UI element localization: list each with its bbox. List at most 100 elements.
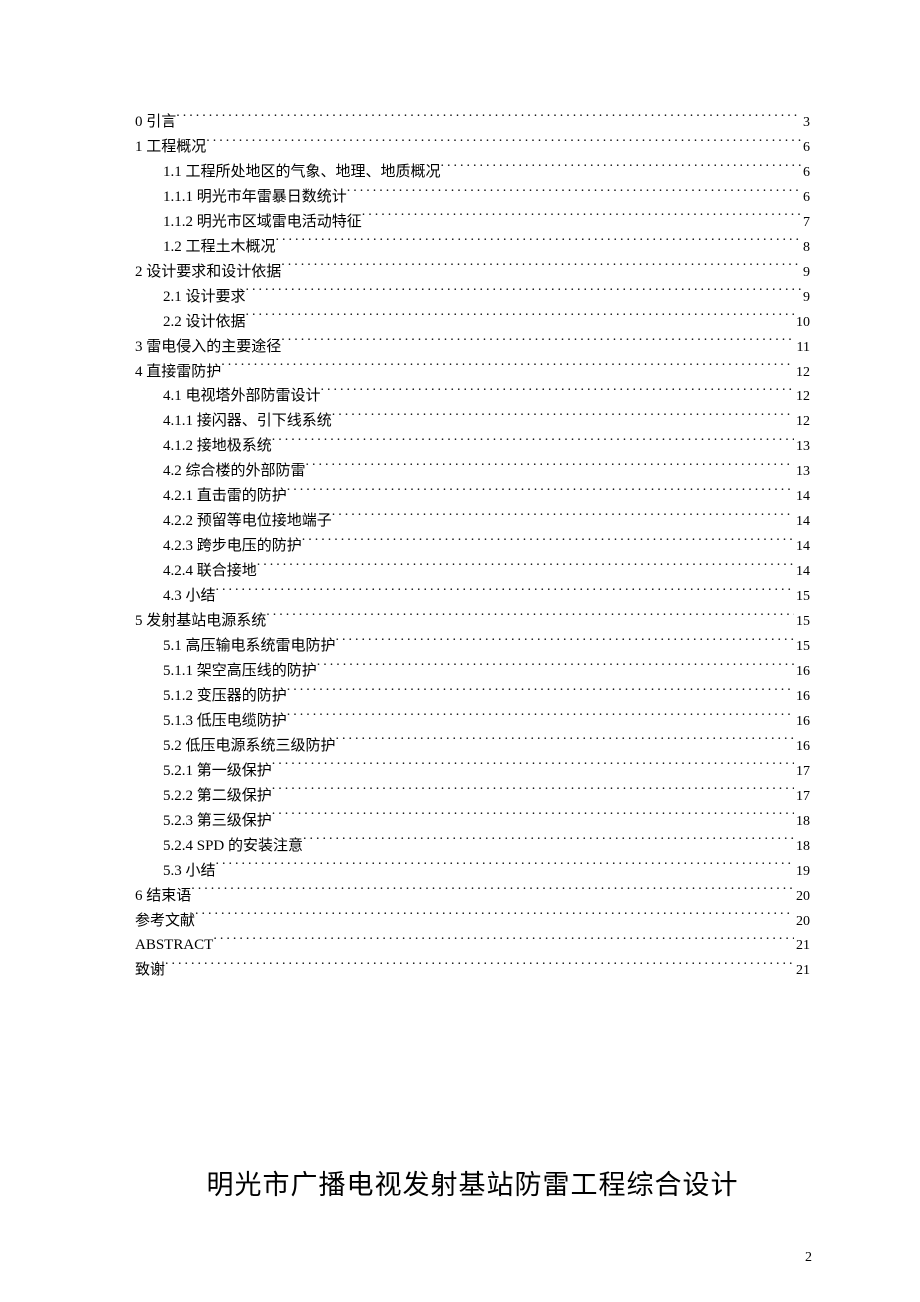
toc-title: 4.2 综合楼的外部防雷 bbox=[163, 459, 306, 484]
toc-title: 3 雷电侵入的主要途径 bbox=[135, 335, 281, 360]
toc-leader bbox=[287, 710, 794, 725]
toc-title: 1.1 工程所处地区的气象、地理、地质概况 bbox=[163, 160, 441, 185]
toc-leader bbox=[191, 885, 794, 900]
toc-leader bbox=[281, 261, 801, 276]
toc-title: 1.1.2 明光市区域雷电活动特征 bbox=[163, 210, 362, 235]
toc-leader bbox=[302, 535, 794, 550]
toc-title: 1 工程概况 bbox=[135, 135, 206, 160]
toc-page-number: 20 bbox=[794, 911, 810, 934]
toc-page-number: 19 bbox=[794, 861, 810, 884]
toc-title: 1.1.1 明光市年雷暴日数统计 bbox=[163, 185, 347, 210]
toc-leader bbox=[176, 111, 801, 126]
toc-entry: 5 发射基站电源系统15 bbox=[135, 609, 810, 634]
toc-title: 5.1 高压输电系统雷电防护 bbox=[163, 634, 336, 659]
toc-entry: 5.3 小结 19 bbox=[135, 859, 810, 884]
page-content: 0 引言 3 1 工程概况 6 1.1 工程所处地区的气象、地理、地质概况 6 1.1.1 … bbox=[0, 0, 920, 1202]
toc-entry: 4.2.4 联合接地14 bbox=[135, 559, 810, 584]
toc-page-number: 10 bbox=[794, 312, 810, 335]
toc-leader bbox=[246, 311, 794, 326]
toc-title: 致谢 bbox=[135, 958, 165, 983]
toc-leader bbox=[216, 860, 794, 875]
toc-leader bbox=[281, 336, 794, 351]
toc-page-number: 18 bbox=[794, 811, 810, 834]
toc-title: 4 直接雷防护 bbox=[135, 360, 221, 385]
toc-entry: 4.2 综合楼的外部防雷 13 bbox=[135, 459, 810, 484]
toc-title: 5 发射基站电源系统 bbox=[135, 609, 266, 634]
toc-title: 4.2.2 预留等电位接地端子 bbox=[163, 509, 332, 534]
toc-title: 5.2.2 第二级保护 bbox=[163, 784, 272, 809]
toc-title: 4.2.1 直击雷的防护 bbox=[163, 484, 287, 509]
toc-leader bbox=[347, 186, 801, 201]
toc-page-number: 15 bbox=[794, 586, 810, 609]
toc-entry: 4.2.2 预留等电位接地端子 14 bbox=[135, 509, 810, 534]
toc-page-number: 6 bbox=[801, 137, 810, 160]
toc-leader bbox=[272, 435, 794, 450]
toc-page-number: 17 bbox=[794, 761, 810, 784]
toc-leader bbox=[272, 810, 794, 825]
toc-leader bbox=[266, 610, 794, 625]
toc-leader bbox=[195, 910, 794, 925]
toc-entry: 2 设计要求和设计依据9 bbox=[135, 260, 810, 285]
toc-page-number: 12 bbox=[794, 411, 810, 434]
toc-entry: ABSTRACT21 bbox=[135, 933, 810, 958]
toc-title: 4.2.3 跨步电压的防护 bbox=[163, 534, 302, 559]
toc-page-number: 14 bbox=[794, 536, 810, 559]
toc-entry: 4.2.3 跨步电压的防护 14 bbox=[135, 534, 810, 559]
toc-page-number: 9 bbox=[801, 287, 810, 310]
toc-page-number: 14 bbox=[794, 486, 810, 509]
toc-leader bbox=[287, 685, 794, 700]
toc-leader bbox=[272, 785, 794, 800]
toc-leader bbox=[287, 485, 794, 500]
toc-title: 0 引言 bbox=[135, 110, 176, 135]
toc-page-number: 12 bbox=[794, 386, 810, 409]
toc-title: 5.2.4 SPD 的安装注意 bbox=[163, 834, 303, 859]
toc-leader bbox=[206, 136, 801, 151]
toc-page-number: 6 bbox=[801, 187, 810, 210]
toc-entry: 5.1 高压输电系统雷电防护 15 bbox=[135, 634, 810, 659]
toc-title: 5.3 小结 bbox=[163, 859, 216, 884]
table-of-contents: 0 引言 3 1 工程概况 6 1.1 工程所处地区的气象、地理、地质概况 6 1.1.1 … bbox=[135, 110, 810, 983]
toc-entry: 6 结束语20 bbox=[135, 884, 810, 909]
toc-entry: 4.1.1 接闪器、引下线系统12 bbox=[135, 409, 810, 434]
toc-title: 参考文献 bbox=[135, 909, 195, 934]
toc-title: 4.2.4 联合接地 bbox=[163, 559, 257, 584]
toc-page-number: 16 bbox=[794, 736, 810, 759]
toc-entry: 0 引言 3 bbox=[135, 110, 810, 135]
toc-leader bbox=[362, 211, 801, 226]
toc-page-number: 16 bbox=[794, 686, 810, 709]
toc-title: 4.1 电视塔外部防雷设计 bbox=[163, 384, 321, 409]
toc-title: 2.1 设计要求 bbox=[163, 285, 246, 310]
toc-entry: 1.1 工程所处地区的气象、地理、地质概况 6 bbox=[135, 160, 810, 185]
toc-entry: 1.2 工程土木概况8 bbox=[135, 235, 810, 260]
toc-entry: 4 直接雷防护12 bbox=[135, 360, 810, 385]
toc-title: 2.2 设计依据 bbox=[163, 310, 246, 335]
toc-page-number: 16 bbox=[794, 661, 810, 684]
toc-entry: 5.2 低压电源系统三级防护16 bbox=[135, 734, 810, 759]
toc-page-number: 3 bbox=[801, 112, 810, 135]
toc-title: 1.2 工程土木概况 bbox=[163, 235, 276, 260]
toc-title: ABSTRACT bbox=[135, 933, 213, 958]
toc-entry: 5.2.3 第三级保护 18 bbox=[135, 809, 810, 834]
toc-entry: 参考文献 20 bbox=[135, 909, 810, 934]
toc-entry: 5.2.1 第一级保护 17 bbox=[135, 759, 810, 784]
toc-leader bbox=[257, 560, 794, 575]
toc-entry: 5.1.3 低压电缆防护16 bbox=[135, 709, 810, 734]
toc-leader bbox=[221, 361, 794, 376]
toc-title: 5.2.1 第一级保护 bbox=[163, 759, 272, 784]
toc-entry: 5.1.2 变压器的防护 16 bbox=[135, 684, 810, 709]
toc-title: 5.2.3 第三级保护 bbox=[163, 809, 272, 834]
toc-entry: 2.2 设计依据 10 bbox=[135, 310, 810, 335]
toc-entry: 4.2.1 直击雷的防护 14 bbox=[135, 484, 810, 509]
toc-page-number: 14 bbox=[794, 511, 810, 534]
toc-leader bbox=[336, 635, 794, 650]
toc-page-number: 15 bbox=[794, 636, 810, 659]
toc-page-number: 13 bbox=[794, 461, 810, 484]
toc-title: 5.1.2 变压器的防护 bbox=[163, 684, 287, 709]
toc-page-number: 7 bbox=[801, 212, 810, 235]
toc-page-number: 13 bbox=[794, 436, 810, 459]
toc-entry: 2.1 设计要求 9 bbox=[135, 285, 810, 310]
toc-entry: 4.1.2 接地极系统13 bbox=[135, 434, 810, 459]
toc-entry: 5.2.2 第二级保护17 bbox=[135, 784, 810, 809]
toc-page-number: 21 bbox=[794, 960, 810, 983]
toc-page-number: 6 bbox=[801, 162, 810, 185]
